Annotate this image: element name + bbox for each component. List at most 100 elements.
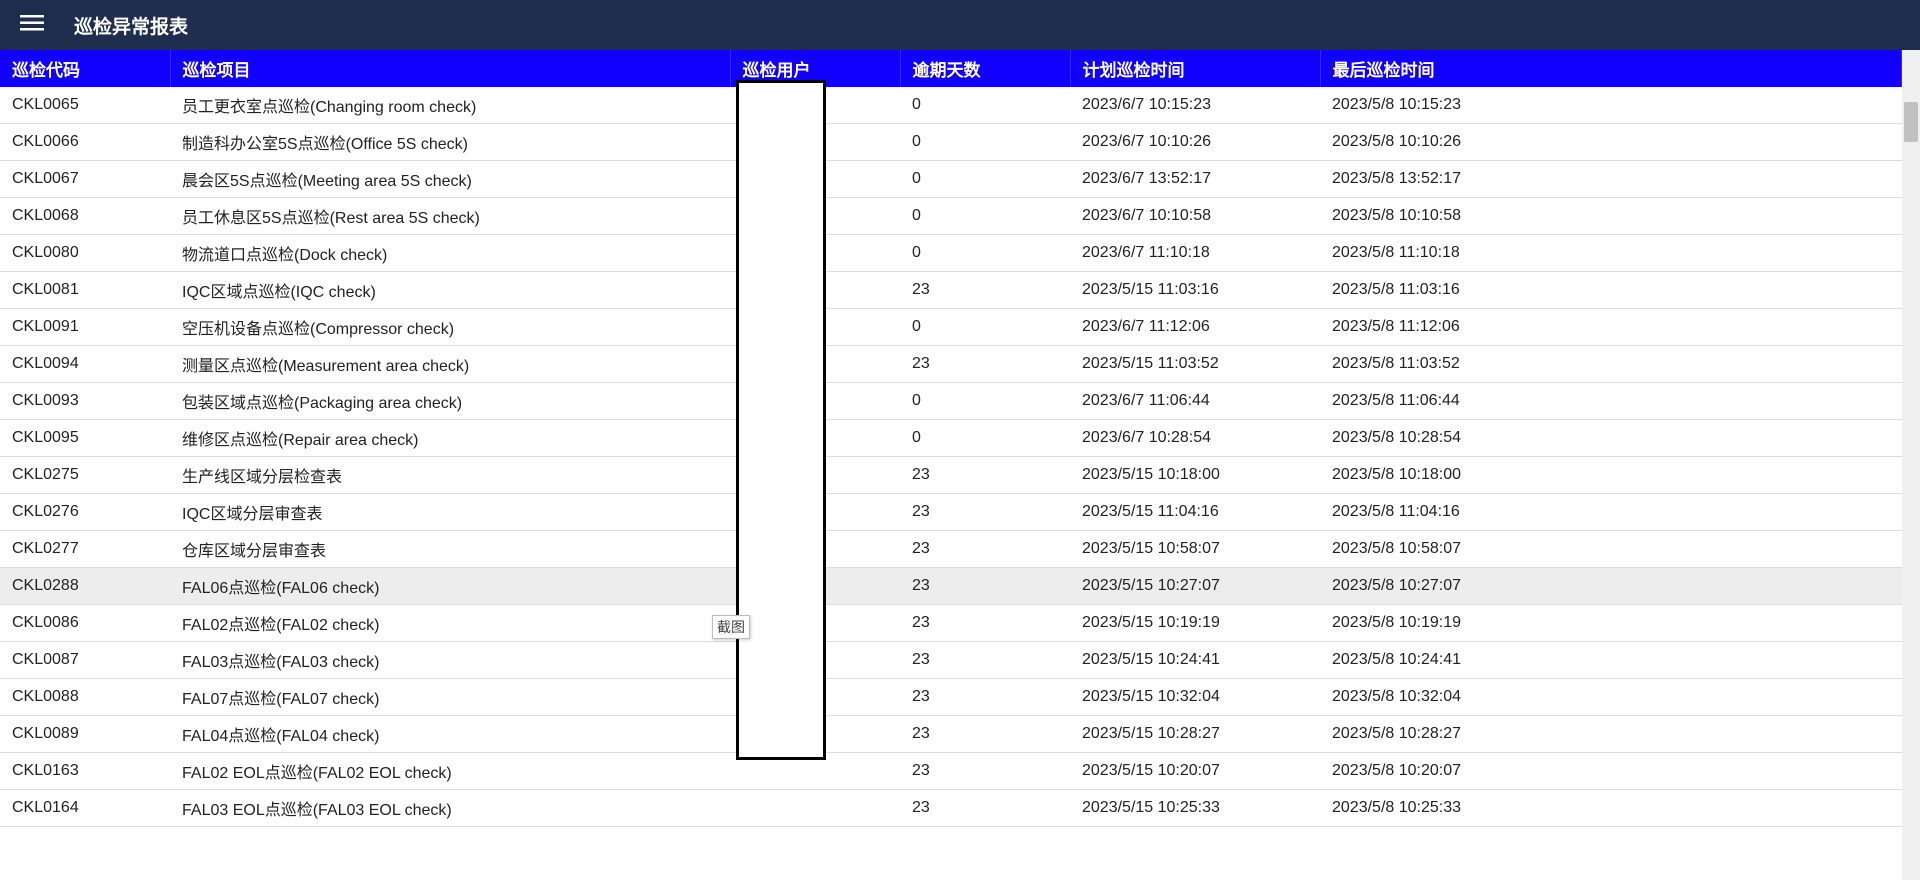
cell-code: CKL0067: [0, 161, 170, 198]
cell-planned: 2023/6/7 10:10:58: [1070, 198, 1320, 235]
cell-code: CKL0276: [0, 494, 170, 531]
table-row[interactable]: CKL0275生产线区域分层检查表 232023/5/15 10:18:00202…: [0, 457, 1902, 494]
cell-last: 2023/5/8 10:24:41: [1320, 642, 1902, 679]
cell-overdue: 0: [900, 235, 1070, 272]
page-title: 巡检异常报表: [74, 12, 188, 39]
cell-overdue: 23: [900, 605, 1070, 642]
cell-overdue: 0: [900, 309, 1070, 346]
table-row[interactable]: CKL0089FAL04点巡检(FAL04 check)232023/5/15 …: [0, 716, 1902, 753]
table-row[interactable]: CKL0067晨会区5S点巡检(Meeting area 5S check) 02…: [0, 161, 1902, 198]
table-row[interactable]: CKL0095维修区点巡检(Repair area check)02023/6/…: [0, 420, 1902, 457]
cell-planned: 2023/5/15 10:18:00: [1070, 457, 1320, 494]
col-header-project[interactable]: 巡检项目: [170, 50, 730, 87]
cell-user: [730, 790, 900, 827]
cell-project: FAL03点巡检(FAL03 check): [170, 642, 730, 679]
cell-overdue: 23: [900, 568, 1070, 605]
table-row[interactable]: CKL0088FAL07点巡检(FAL07 check)232023/5/15 …: [0, 679, 1902, 716]
table-row[interactable]: CKL0081IQC区域点巡检(IQC check)232023/5/15 11…: [0, 272, 1902, 309]
table-header-row: 巡检代码 巡检项目 巡检用户 逾期天数 计划巡检时间 最后巡检时间: [0, 50, 1902, 87]
cell-code: CKL0163: [0, 753, 170, 790]
cell-code: CKL0277: [0, 531, 170, 568]
cell-last: 2023/5/8 11:03:52: [1320, 346, 1902, 383]
cell-planned: 2023/6/7 13:52:17: [1070, 161, 1320, 198]
cell-last: 2023/5/8 11:04:16: [1320, 494, 1902, 531]
cell-project: FAL03 EOL点巡检(FAL03 EOL check): [170, 790, 730, 827]
table-row[interactable]: CKL0163FAL02 EOL点巡检(FAL02 EOL check)2320…: [0, 753, 1902, 790]
table-row[interactable]: CKL0164FAL03 EOL点巡检(FAL03 EOL check)2320…: [0, 790, 1902, 827]
table-row[interactable]: CKL0065员工更衣室点巡检(Changing room check)0202…: [0, 87, 1902, 124]
cell-code: CKL0080: [0, 235, 170, 272]
table-row[interactable]: CKL0087FAL03点巡检(FAL03 check)232023/5/15 …: [0, 642, 1902, 679]
table-row[interactable]: CKL0094测量区点巡检(Measurement area check)232…: [0, 346, 1902, 383]
cell-planned: 2023/5/15 10:28:27: [1070, 716, 1320, 753]
scrollbar-thumb[interactable]: [1904, 102, 1918, 142]
cell-planned: 2023/6/7 11:06:44: [1070, 383, 1320, 420]
table-row[interactable]: CKL0080物流道口点巡检(Dock check) 02023/6/7 11:1…: [0, 235, 1902, 272]
cell-last: 2023/5/8 10:28:54: [1320, 420, 1902, 457]
cell-last: 2023/5/8 10:28:27: [1320, 716, 1902, 753]
cell-overdue: 0: [900, 383, 1070, 420]
cell-overdue: 23: [900, 679, 1070, 716]
cell-project: FAL02 EOL点巡检(FAL02 EOL check): [170, 753, 730, 790]
col-header-overdue[interactable]: 逾期天数: [900, 50, 1070, 87]
cell-project: 物流道口点巡检(Dock check): [170, 235, 730, 272]
cell-code: CKL0288: [0, 568, 170, 605]
cell-planned: 2023/6/7 10:28:54: [1070, 420, 1320, 457]
cell-planned: 2023/6/7 11:10:18: [1070, 235, 1320, 272]
vertical-scrollbar[interactable]: [1902, 50, 1920, 880]
screenshot-badge: 截图: [712, 615, 750, 639]
cell-overdue: 23: [900, 457, 1070, 494]
cell-project: FAL06点巡检(FAL06 check): [170, 568, 730, 605]
cell-overdue: 23: [900, 642, 1070, 679]
table-body: CKL0065员工更衣室点巡检(Changing room check)0202…: [0, 87, 1902, 827]
table-row[interactable]: CKL0068员工休息区5S点巡检(Rest area 5S check)020…: [0, 198, 1902, 235]
cell-last: 2023/5/8 10:15:23: [1320, 87, 1902, 124]
cell-project: 生产线区域分层检查表: [170, 457, 730, 494]
table-area: 巡检代码 巡检项目 巡检用户 逾期天数 计划巡检时间 最后巡检时间 CKL006…: [0, 50, 1920, 880]
cell-last: 2023/5/8 10:25:33: [1320, 790, 1902, 827]
cell-overdue: 23: [900, 346, 1070, 383]
table-row[interactable]: CKL0086FAL02点巡检(FAL02 check)232023/5/15 …: [0, 605, 1902, 642]
cell-planned: 2023/5/15 11:03:52: [1070, 346, 1320, 383]
cell-planned: 2023/5/15 11:04:16: [1070, 494, 1320, 531]
table-row[interactable]: CKL0288FAL06点巡检(FAL06 check)232023/5/15 …: [0, 568, 1902, 605]
cell-planned: 2023/5/15 10:58:07: [1070, 531, 1320, 568]
cell-overdue: 0: [900, 198, 1070, 235]
table-row[interactable]: CKL0091空压机设备点巡检(Compressor check) 02023/6…: [0, 309, 1902, 346]
cell-project: 员工更衣室点巡检(Changing room check): [170, 87, 730, 124]
cell-planned: 2023/5/15 11:03:16: [1070, 272, 1320, 309]
table-row[interactable]: CKL0093包装区域点巡检(Packaging area check)0202…: [0, 383, 1902, 420]
cell-overdue: 23: [900, 494, 1070, 531]
cell-code: CKL0086: [0, 605, 170, 642]
cell-planned: 2023/6/7 10:15:23: [1070, 87, 1320, 124]
cell-overdue: 0: [900, 161, 1070, 198]
cell-overdue: 23: [900, 272, 1070, 309]
cell-project: IQC区域分层审查表: [170, 494, 730, 531]
cell-planned: 2023/5/15 10:24:41: [1070, 642, 1320, 679]
redaction-overlay: [736, 80, 826, 760]
cell-code: CKL0091: [0, 309, 170, 346]
cell-planned: 2023/5/15 10:25:33: [1070, 790, 1320, 827]
cell-project: 员工休息区5S点巡检(Rest area 5S check): [170, 198, 730, 235]
col-header-last[interactable]: 最后巡检时间: [1320, 50, 1902, 87]
cell-last: 2023/5/8 10:18:00: [1320, 457, 1902, 494]
cell-last: 2023/5/8 10:10:58: [1320, 198, 1902, 235]
table-row[interactable]: CKL0066制造科办公室5S点巡检(Office 5S check)02023…: [0, 124, 1902, 161]
table-row[interactable]: CKL0277仓库区域分层审查表232023/5/15 10:58:072023…: [0, 531, 1902, 568]
col-header-code[interactable]: 巡检代码: [0, 50, 170, 87]
cell-project: 包装区域点巡检(Packaging area check): [170, 383, 730, 420]
cell-project: 制造科办公室5S点巡检(Office 5S check): [170, 124, 730, 161]
col-header-planned[interactable]: 计划巡检时间: [1070, 50, 1320, 87]
cell-planned: 2023/6/7 11:12:06: [1070, 309, 1320, 346]
cell-project: 空压机设备点巡检(Compressor check): [170, 309, 730, 346]
cell-project: FAL07点巡检(FAL07 check): [170, 679, 730, 716]
menu-icon[interactable]: [20, 11, 44, 40]
inspection-table: 巡检代码 巡检项目 巡检用户 逾期天数 计划巡检时间 最后巡检时间 CKL006…: [0, 50, 1902, 827]
cell-project: 测量区点巡检(Measurement area check): [170, 346, 730, 383]
cell-project: 晨会区5S点巡检(Meeting area 5S check): [170, 161, 730, 198]
cell-overdue: 23: [900, 790, 1070, 827]
cell-code: CKL0275: [0, 457, 170, 494]
cell-code: CKL0088: [0, 679, 170, 716]
cell-planned: 2023/6/7 10:10:26: [1070, 124, 1320, 161]
table-row[interactable]: CKL0276IQC区域分层审查表 232023/5/15 11:04:16202…: [0, 494, 1902, 531]
